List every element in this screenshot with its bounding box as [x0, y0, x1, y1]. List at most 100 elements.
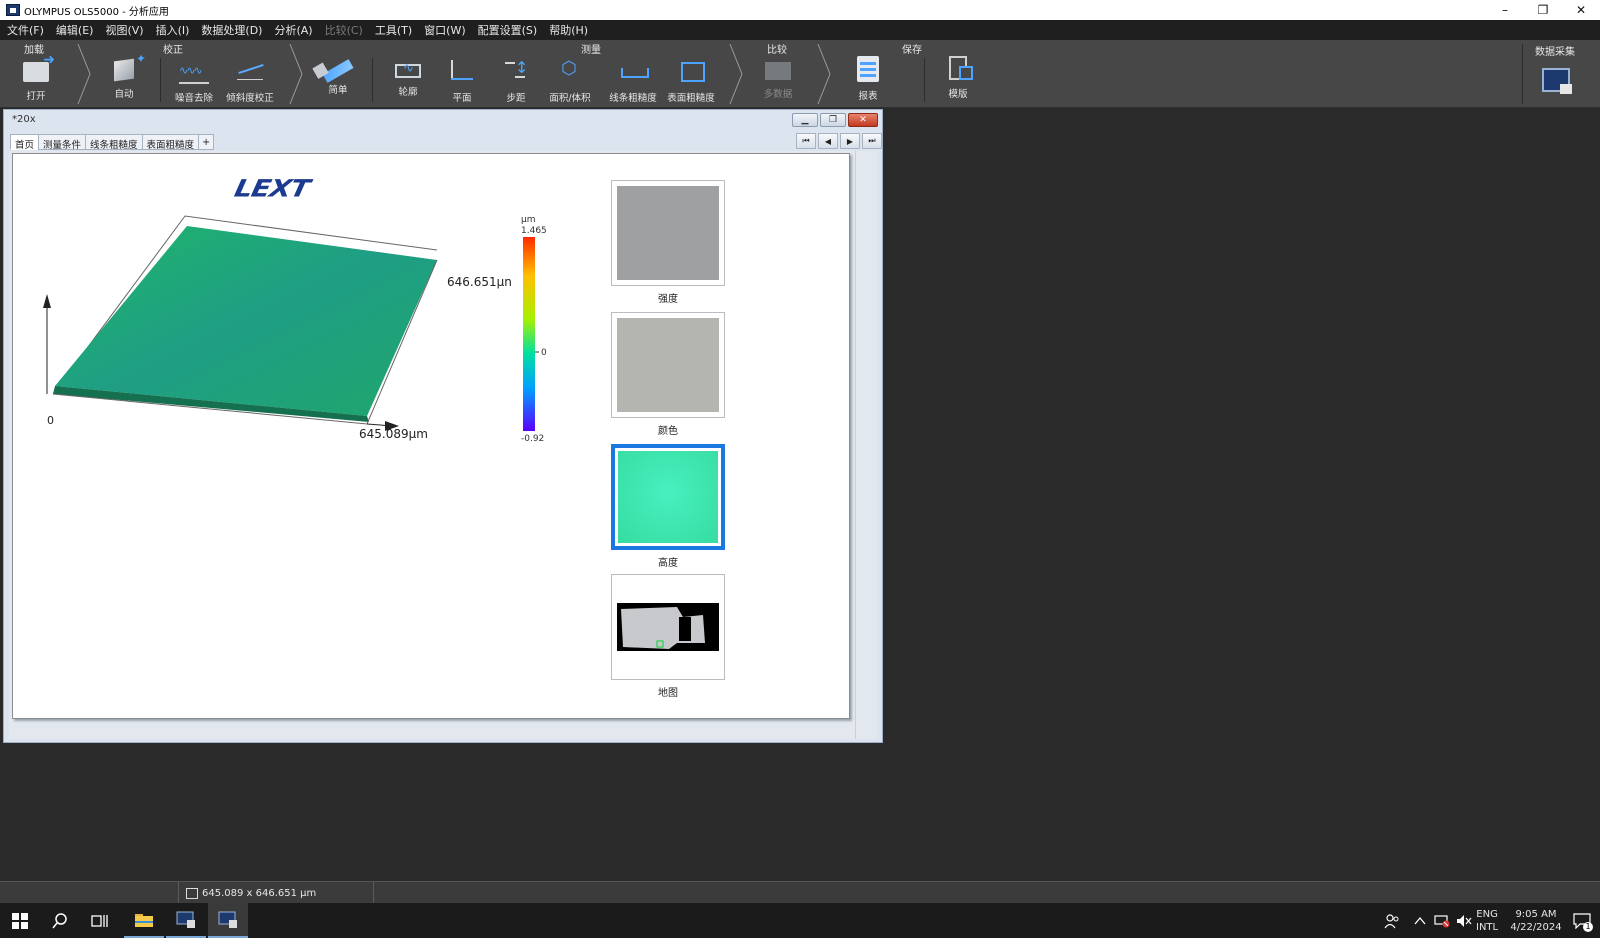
profile-button[interactable]: 轮廓: [380, 54, 436, 104]
report-page: LEXT 646.651µn 0 645.089µm µm 1.465 0 -0…: [12, 153, 850, 719]
notifications-button[interactable]: 1: [1568, 903, 1596, 938]
clock[interactable]: 9:05 AM 4/22/2024: [1506, 903, 1566, 938]
ols-app-icon: [176, 911, 195, 928]
profile-icon: [395, 61, 421, 78]
tab-measure-conditions[interactable]: 测量条件: [38, 134, 86, 151]
doc-restore-button[interactable]: ❐: [820, 113, 846, 127]
chevron-separator: [729, 43, 743, 105]
chevron-up-icon: [1414, 916, 1426, 924]
data-acquisition-button[interactable]: [1528, 58, 1584, 108]
next-page-button[interactable]: ▶: [840, 133, 860, 149]
start-button[interactable]: [0, 903, 40, 938]
colorbar-max: 1.465: [521, 226, 547, 236]
windows-logo-icon: [12, 912, 28, 929]
taskbar-file-explorer[interactable]: [124, 903, 164, 938]
input-language-button[interactable]: ENG INTL: [1476, 903, 1498, 938]
surface-3d-view[interactable]: 646.651µn 0 645.089µm: [13, 204, 533, 454]
divider: [1522, 44, 1523, 104]
auto-calibrate-button[interactable]: 自动: [96, 54, 152, 104]
x-extent-label: 645.089µm: [359, 427, 428, 441]
close-button[interactable]: ✕: [1562, 0, 1600, 20]
search-button[interactable]: [40, 903, 80, 938]
report-button[interactable]: 报表: [840, 54, 896, 104]
menu-edit[interactable]: 编辑(E): [56, 22, 94, 38]
lang-code: ENG: [1476, 908, 1498, 920]
divider: [372, 58, 373, 102]
area-volume-icon: [555, 56, 585, 84]
open-button[interactable]: 打开: [8, 52, 64, 104]
doc-close-button[interactable]: ✕: [848, 113, 878, 127]
template-label: 模版: [948, 89, 968, 100]
step-label: 步距: [506, 93, 526, 104]
thumb-intensity[interactable]: [611, 180, 725, 286]
first-page-button[interactable]: ⏮: [796, 133, 816, 149]
page-navigation: ⏮ ◀ ▶ ⏭: [796, 133, 882, 149]
menu-settings[interactable]: 配置设置(S): [478, 22, 538, 38]
menu-window[interactable]: 窗口(W): [424, 22, 465, 38]
prev-page-button[interactable]: ◀: [818, 133, 838, 149]
tab-surface-roughness[interactable]: 表面粗糙度: [141, 134, 199, 151]
people-button[interactable]: [1384, 903, 1400, 938]
plane-icon: [447, 56, 477, 84]
menu-file[interactable]: 文件(F): [7, 22, 44, 38]
taskbar-ols-acquire[interactable]: [166, 903, 206, 938]
open-label: 打开: [26, 91, 46, 102]
vertical-scrollbar[interactable]: [855, 151, 877, 739]
step-icon: [501, 56, 531, 84]
divider: [160, 58, 161, 102]
color-image: [617, 318, 719, 412]
noise-removal-button[interactable]: 噪音去除: [166, 54, 222, 104]
menu-insert[interactable]: 插入(I): [156, 22, 190, 38]
minimize-button[interactable]: –: [1486, 0, 1524, 20]
plane-label: 平面: [452, 93, 472, 104]
document-title: *20x: [12, 114, 36, 125]
add-tab-button[interactable]: +: [198, 134, 215, 150]
tab-home[interactable]: 首页: [10, 134, 39, 151]
ribbon-toolbar: 加载 校正 测量 比较 保存 数据采集 打开 自动 噪音去除 倾斜度校正 简单 …: [0, 40, 1600, 108]
line-roughness-button[interactable]: 线条粗糙度: [603, 54, 663, 104]
simple-measure-button[interactable]: 简单: [310, 54, 366, 104]
height-surface: [55, 226, 437, 416]
step-button[interactable]: 步距: [488, 54, 544, 104]
folder-open-icon: [23, 52, 55, 82]
restore-button[interactable]: ❐: [1524, 0, 1562, 20]
menu-view[interactable]: 视图(V): [105, 22, 143, 38]
surface-roughness-label: 表面粗糙度: [667, 93, 715, 104]
line-roughness-label: 线条粗糙度: [609, 93, 657, 104]
thumb-map[interactable]: [611, 574, 725, 680]
task-view-button[interactable]: [80, 903, 120, 938]
doc-minimize-button[interactable]: ▁: [792, 113, 818, 127]
multi-data-label: 多数据: [763, 89, 793, 100]
plane-button[interactable]: 平面: [434, 54, 490, 104]
thumb-height[interactable]: [611, 444, 725, 550]
origin-label: 0: [47, 414, 54, 427]
window-title: OLYMPUS OLS5000 - 分析应用: [24, 6, 169, 18]
menu-data-processing[interactable]: 数据处理(D): [201, 22, 262, 38]
thumb-color[interactable]: [611, 312, 725, 418]
map-image: [617, 603, 719, 651]
tilt-correction-button[interactable]: 倾斜度校正: [222, 54, 278, 104]
last-page-button[interactable]: ⏭: [862, 133, 882, 149]
show-hidden-icons-button[interactable]: [1414, 903, 1426, 938]
lang-layout: INTL: [1476, 921, 1499, 933]
ruler-icon: [322, 59, 354, 83]
menu-bar: 文件(F) 编辑(E) 视图(V) 插入(I) 数据处理(D) 分析(A) 比较…: [0, 20, 1600, 40]
tab-line-roughness[interactable]: 线条粗糙度: [85, 134, 142, 151]
menu-help[interactable]: 帮助(H): [549, 22, 588, 38]
menu-tools[interactable]: 工具(T): [375, 22, 412, 38]
chevron-separator: [77, 43, 91, 105]
area-volume-button[interactable]: 面积/体积: [542, 54, 598, 104]
thumb-intensity-label: 强度: [658, 294, 678, 305]
report-canvas[interactable]: LEXT 646.651µn 0 645.089µm µm 1.465 0 -0…: [9, 151, 877, 739]
template-button[interactable]: 模版: [930, 54, 986, 104]
chevron-separator: [817, 43, 831, 105]
menu-compare: 比较(C): [324, 24, 363, 37]
surface-roughness-button[interactable]: 表面粗糙度: [661, 54, 721, 104]
y-extent-label: 646.651µn: [447, 275, 512, 289]
volume-muted-icon: [1457, 914, 1472, 927]
volume-button[interactable]: [1456, 903, 1472, 938]
network-button[interactable]: [1434, 903, 1450, 938]
taskbar-ols-analysis[interactable]: [208, 903, 248, 938]
people-icon: [1384, 913, 1399, 928]
menu-analysis[interactable]: 分析(A): [274, 22, 312, 38]
